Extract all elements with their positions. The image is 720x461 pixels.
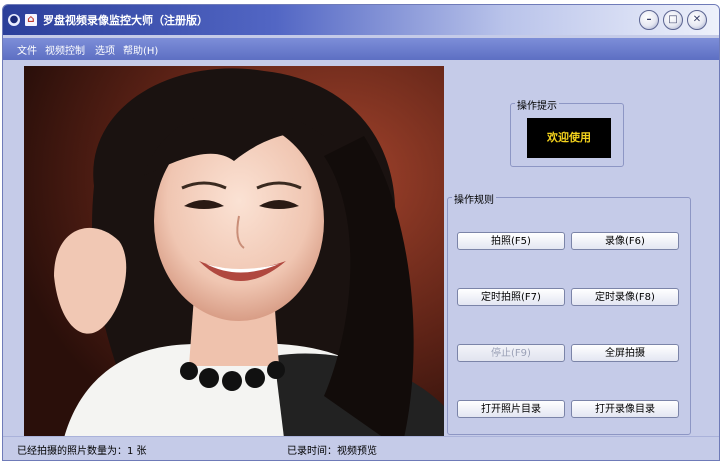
timed-capture-button[interactable]: 定时拍照(F7) <box>457 288 565 306</box>
video-frame-image <box>24 66 444 438</box>
timed-record-button[interactable]: 定时录像(F8) <box>571 288 679 306</box>
open-video-dir-button[interactable]: 打开录像目录 <box>571 400 679 418</box>
system-menu-icon[interactable]: ● <box>8 14 20 26</box>
control-group: 操作规则 拍照(F5) 录像(F6) 定时拍照(F7) 定时录像(F8) 停止(… <box>447 191 691 435</box>
status-bar: 已经拍摄的照片数量为：1 张 已录时间：视频预览 <box>3 436 719 460</box>
main-window: ● ⌂ 罗盘视频录像监控大师（注册版） – □ ✕ 文件 视频控制 选项 帮助(… <box>2 4 720 461</box>
record-button[interactable]: 录像(F6) <box>571 232 679 250</box>
hint-group-legend: 操作提示 <box>515 97 559 112</box>
window-title: 罗盘视频录像监控大师（注册版） <box>43 14 208 27</box>
control-group-legend: 操作规则 <box>452 191 496 206</box>
video-preview[interactable] <box>24 66 444 438</box>
record-time-status: 已录时间：视频预览 <box>287 446 377 457</box>
fullscreen-capture-button[interactable]: 全屏拍摄 <box>571 344 679 362</box>
menu-options[interactable]: 选项 <box>95 42 115 57</box>
hint-group: 操作提示 欢迎使用 <box>510 97 624 167</box>
capture-button[interactable]: 拍照(F5) <box>457 232 565 250</box>
menu-bar: 文件 视频控制 选项 帮助(H) <box>3 38 719 60</box>
menu-file[interactable]: 文件 <box>17 42 37 57</box>
photo-count-status: 已经拍摄的照片数量为：1 张 <box>17 446 147 457</box>
open-photo-dir-button[interactable]: 打开照片目录 <box>457 400 565 418</box>
close-button[interactable]: ✕ <box>687 10 707 30</box>
title-bar[interactable]: ● ⌂ 罗盘视频录像监控大师（注册版） – □ ✕ <box>3 5 719 35</box>
maximize-button[interactable]: □ <box>663 10 683 30</box>
app-icon: ⌂ <box>25 14 37 26</box>
minimize-button[interactable]: – <box>639 10 659 30</box>
menu-help[interactable]: 帮助(H) <box>123 42 158 57</box>
hint-message: 欢迎使用 <box>527 118 611 158</box>
menu-video-control[interactable]: 视频控制 <box>45 42 85 57</box>
stop-button[interactable]: 停止(F9) <box>457 344 565 362</box>
